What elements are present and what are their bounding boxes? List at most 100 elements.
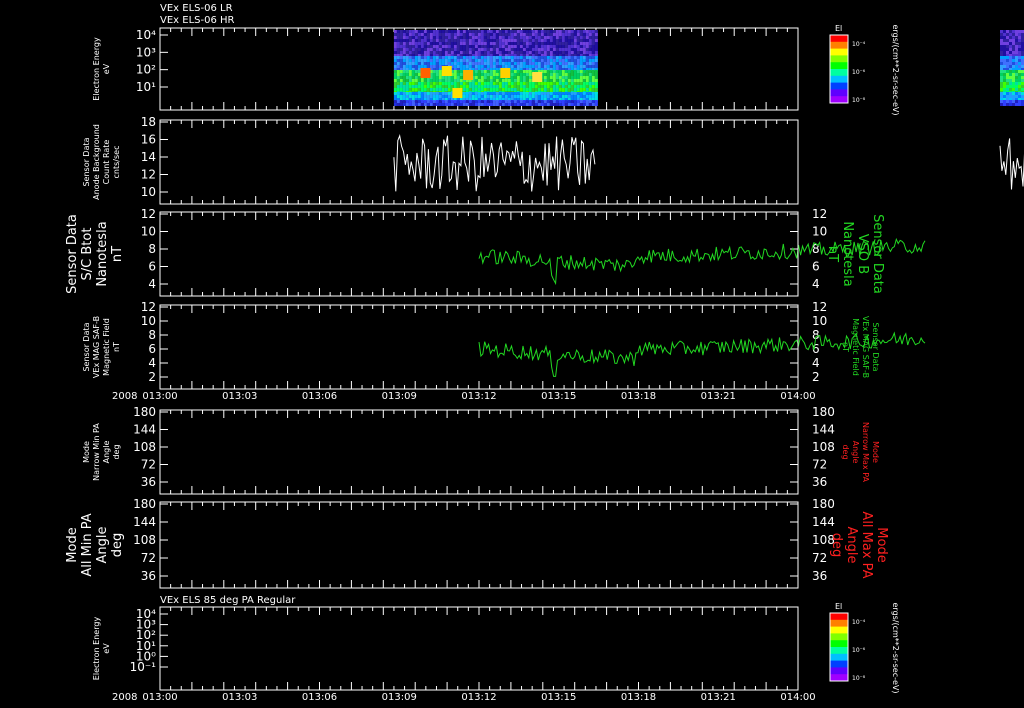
- spectrogram-cell: [573, 73, 577, 76]
- spectrogram-cell: [414, 95, 418, 98]
- spectrogram-cell: [393, 95, 397, 98]
- spectrogram-cell: [444, 85, 448, 88]
- spectrogram-cell: [564, 88, 568, 91]
- spectrogram-cell: [501, 59, 505, 62]
- spectrogram-cell: [516, 36, 520, 39]
- spectrogram-cell: [576, 36, 580, 39]
- spectrogram-cell: [474, 82, 478, 85]
- spectrogram-cell: [429, 79, 433, 82]
- spectrogram-cell: [513, 79, 517, 82]
- spectrogram-cell: [429, 51, 433, 54]
- spectrogram-cell: [501, 82, 505, 85]
- spectrogram-cell: [480, 79, 484, 82]
- spectrogram-cell: [465, 100, 469, 103]
- spectrogram-cell: [498, 33, 502, 36]
- spectrogram-cell: [405, 79, 409, 82]
- y-axis-label-line: eV: [102, 643, 111, 654]
- colorbar-tick-label: 10⁻⁴: [852, 619, 866, 626]
- panel-frame: [159, 501, 799, 589]
- spectrogram-cell: [450, 62, 454, 65]
- spectrogram-cell: [540, 85, 544, 88]
- spectrogram-cell: [540, 100, 544, 103]
- spectrogram-cell: [429, 59, 433, 62]
- spectrogram-cell: [519, 48, 523, 51]
- spectrogram-cell: [549, 92, 553, 95]
- spectrogram-cell: [489, 95, 493, 98]
- spectrogram-cell: [582, 95, 586, 98]
- spectrogram-cell: [402, 103, 406, 106]
- spectrogram-cell: [519, 65, 523, 68]
- y-axis-label-line: nT: [110, 246, 125, 262]
- y-tick-label: 144: [133, 515, 156, 529]
- spectrogram-cell: [585, 33, 589, 36]
- spectrogram-cell: [468, 95, 472, 98]
- spectrogram-cell: [438, 76, 442, 79]
- spectrogram-cell: [408, 59, 412, 62]
- spectrogram-cell: [1009, 56, 1012, 59]
- spectrogram-cell: [1012, 51, 1015, 54]
- spectrogram-cell: [429, 100, 433, 103]
- spectrogram-cell: [594, 76, 598, 79]
- spectrogram-cell: [534, 33, 538, 36]
- spectrogram-cell: [399, 85, 403, 88]
- spectrogram-cell: [438, 73, 442, 76]
- time-axis-label: 013:18: [621, 692, 656, 703]
- spectrogram-cell: [489, 79, 493, 82]
- spectrogram-cell: [588, 48, 592, 51]
- spectrogram-cell: [507, 103, 511, 106]
- spectrogram-cell: [1006, 56, 1009, 59]
- spectrogram-cell: [435, 59, 439, 62]
- spectrogram-cell: [504, 30, 508, 33]
- spectrogram-cell: [450, 42, 454, 45]
- spectrogram-cell: [522, 79, 526, 82]
- spectrogram-cell: [414, 42, 418, 45]
- spectrogram-cell: [504, 42, 508, 45]
- spectrogram-cell: [429, 95, 433, 98]
- spectrogram-cell: [402, 36, 406, 39]
- y-tick-label: 6: [148, 342, 156, 356]
- spectrogram-cell: [453, 30, 457, 33]
- spectrogram-cell: [423, 30, 427, 33]
- spectrogram-cell: [462, 82, 466, 85]
- spectrogram-cell: [441, 88, 445, 91]
- spectrogram-cell: [519, 85, 523, 88]
- spectrogram-cell: [411, 95, 415, 98]
- spectrogram-cell: [453, 62, 457, 65]
- spectrogram-cell: [1018, 88, 1021, 91]
- spectrogram-cell: [432, 39, 436, 42]
- spectrogram-cell: [549, 100, 553, 103]
- spectrogram-cell: [567, 70, 571, 73]
- spectrogram-cell: [435, 103, 439, 106]
- spectrogram-cell: [459, 65, 463, 68]
- spectrogram-cell: [501, 85, 505, 88]
- spectrogram-cell: [576, 95, 580, 98]
- spectrogram-cell: [519, 95, 523, 98]
- spectrogram-cell: [543, 76, 547, 79]
- time-axis-label: 013:03: [222, 391, 257, 402]
- spectrogram-cell: [486, 65, 490, 68]
- time-axis-label: 013:12: [461, 692, 496, 703]
- spectrogram-cell: [456, 79, 460, 82]
- spectrogram-cell: [519, 45, 523, 48]
- spectrogram-cell: [555, 95, 559, 98]
- spectrogram-cell: [456, 59, 460, 62]
- spectrogram-cell: [474, 88, 478, 91]
- time-axis-label: 013:06: [302, 391, 337, 402]
- spectrogram-cell: [1000, 56, 1003, 59]
- spectrogram-cell: [1000, 79, 1003, 82]
- spectrogram-cell: [444, 92, 448, 95]
- spectrogram-cell: [468, 33, 472, 36]
- spectrogram-cell: [519, 39, 523, 42]
- spectrogram-cell: [573, 95, 577, 98]
- y-tick-label-right: 2: [812, 370, 820, 384]
- spectrogram-cell: [1015, 88, 1018, 91]
- y-axis-label-line: Sensor Data: [82, 322, 91, 371]
- spectrogram-cell: [474, 73, 478, 76]
- spectrogram-cell: [489, 59, 493, 62]
- spectrogram-cell: [570, 39, 574, 42]
- y-tick-label-right: 108: [812, 440, 835, 454]
- spectrogram-cell: [471, 48, 475, 51]
- y-tick-label: 12: [141, 300, 156, 314]
- spectrogram-cell: [447, 76, 451, 79]
- spectrogram-cell: [483, 51, 487, 54]
